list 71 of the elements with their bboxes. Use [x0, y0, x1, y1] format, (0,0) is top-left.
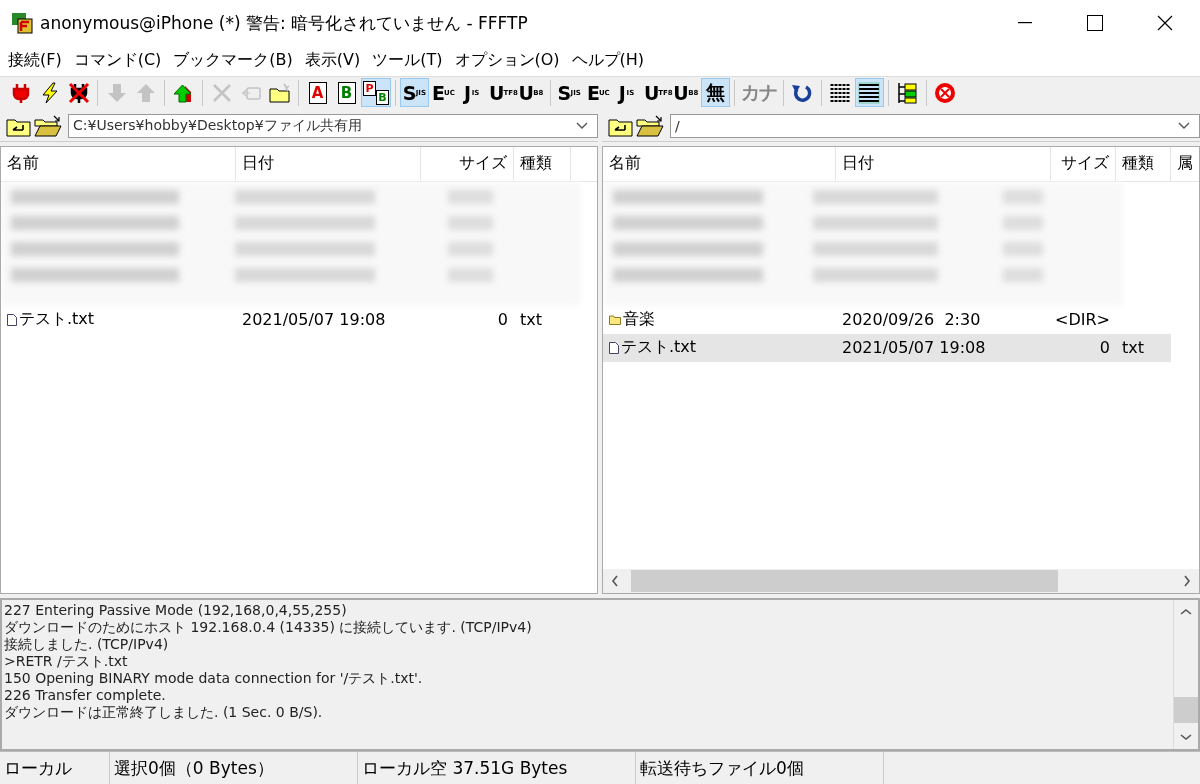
column-header[interactable]: 名前 [603, 146, 836, 181]
file-size: <DIR> [1054, 310, 1111, 330]
column-header[interactable]: サイズ [421, 146, 514, 181]
transfer-mode-button[interactable]: P B [361, 78, 391, 108]
file-row[interactable]: 音楽 2020/09/26 2:30 <DIR> [603, 305, 1116, 334]
folder-icon [609, 314, 621, 326]
log-line: 227 Entering Passive Mode (192,168,0,4,55,255) [4, 601, 348, 619]
file-row[interactable]: テスト.txt 2021/05/07 19:08 0 txt [1, 305, 571, 334]
tree-icon [896, 81, 919, 104]
chevron-right-icon [1183, 574, 1191, 587]
app-icon [10, 11, 34, 35]
stop-icon [934, 81, 957, 104]
log-line: ダウンロードのためにホスト 192.168.0.4 (14335) に接続しています. (TCP/IPv4) [4, 618, 533, 636]
window-title: anonymous@iPhone (*) 警告: 暗号化されていません - FFFTP [40, 11, 529, 35]
crossed-plug-icon [67, 81, 90, 104]
scrollbar-thumb[interactable] [631, 569, 1058, 592]
file-name: テスト.txt [603, 337, 836, 359]
folder-icon [268, 81, 291, 104]
open-folder-icon[interactable] [636, 114, 664, 137]
column-header[interactable]: 日付 [236, 146, 421, 181]
path-field[interactable]: / [670, 113, 1200, 138]
menu-item[interactable]: オプション(O) [448, 50, 566, 72]
file-date: 2021/05/07 19:08 [841, 338, 987, 358]
file-icon [7, 313, 17, 326]
menu-item[interactable]: コマンド(C) [67, 50, 168, 72]
file-date: 2020/09/26 2:30 [841, 310, 982, 330]
file-row[interactable]: テスト.txt 2021/05/07 19:08 0 txt [603, 333, 1171, 362]
path-field[interactable]: C:¥Users¥hobby¥Desktop¥ファイル共有用 [68, 113, 598, 138]
menu-item[interactable]: ヘルプ(H) [565, 50, 651, 72]
chevron-left-icon [611, 574, 619, 587]
details-view-icon [858, 81, 881, 104]
file-size: 0 [1098, 338, 1111, 358]
menu-item[interactable]: 表示(V) [298, 50, 367, 72]
file-icon [609, 341, 619, 354]
chevron-down-icon[interactable] [1177, 120, 1191, 131]
log-line: 接続しました. (TCP/IPv4) [4, 635, 170, 653]
chevron-up-icon [1180, 607, 1192, 616]
log-line: 226 Transfer complete. [4, 686, 167, 704]
column-header[interactable]: 種類 [1116, 146, 1171, 181]
open-folder-icon[interactable] [34, 114, 62, 137]
column-header[interactable]: サイズ [1051, 146, 1116, 181]
menu-item[interactable]: ツール(T) [366, 50, 449, 72]
close-icon [1157, 15, 1173, 31]
column-header[interactable]: 属 [1171, 146, 1199, 181]
menu-item[interactable]: 接続(F) [2, 50, 68, 72]
maximize-icon [1087, 15, 1103, 31]
list-view-icon [829, 81, 852, 104]
status-text: 選択0個（0 Bytes） [110, 752, 358, 784]
file-type: txt [1121, 338, 1145, 358]
chevron-down-icon[interactable] [575, 120, 589, 131]
chevron-down-icon [1180, 733, 1192, 742]
status-text: ローカル [0, 752, 110, 784]
file-date: 2021/05/07 19:08 [241, 310, 387, 330]
toolbar-button[interactable] [854, 78, 884, 108]
log-line: ダウンロードは正常終了しました. (1 Sec. 0 B/S). [4, 703, 324, 721]
encoding-button[interactable]: 無 [700, 78, 730, 108]
minimize-icon [1018, 22, 1032, 24]
cross-icon [210, 81, 233, 104]
log-line: >RETR /テスト.txt [4, 652, 129, 670]
status-text: 転送待ちファイル0個 [636, 752, 884, 784]
scrollbar-thumb[interactable] [1174, 697, 1198, 724]
log-line: 150 Opening BINARY mode data connection for '/テスト.txt'. [4, 669, 424, 687]
menu-item[interactable]: ブックマーク(B) [167, 50, 299, 72]
column-header[interactable]: 日付 [836, 146, 1051, 181]
column-header[interactable]: 種類 [514, 146, 571, 181]
file-type: txt [519, 310, 543, 330]
column-header[interactable]: 名前 [1, 146, 236, 181]
file-size: 0 [496, 310, 509, 330]
status-text: ローカル空 37.51G Bytes [358, 752, 636, 784]
file-name: 音楽 [603, 309, 836, 331]
file-name: テスト.txt [1, 309, 236, 331]
